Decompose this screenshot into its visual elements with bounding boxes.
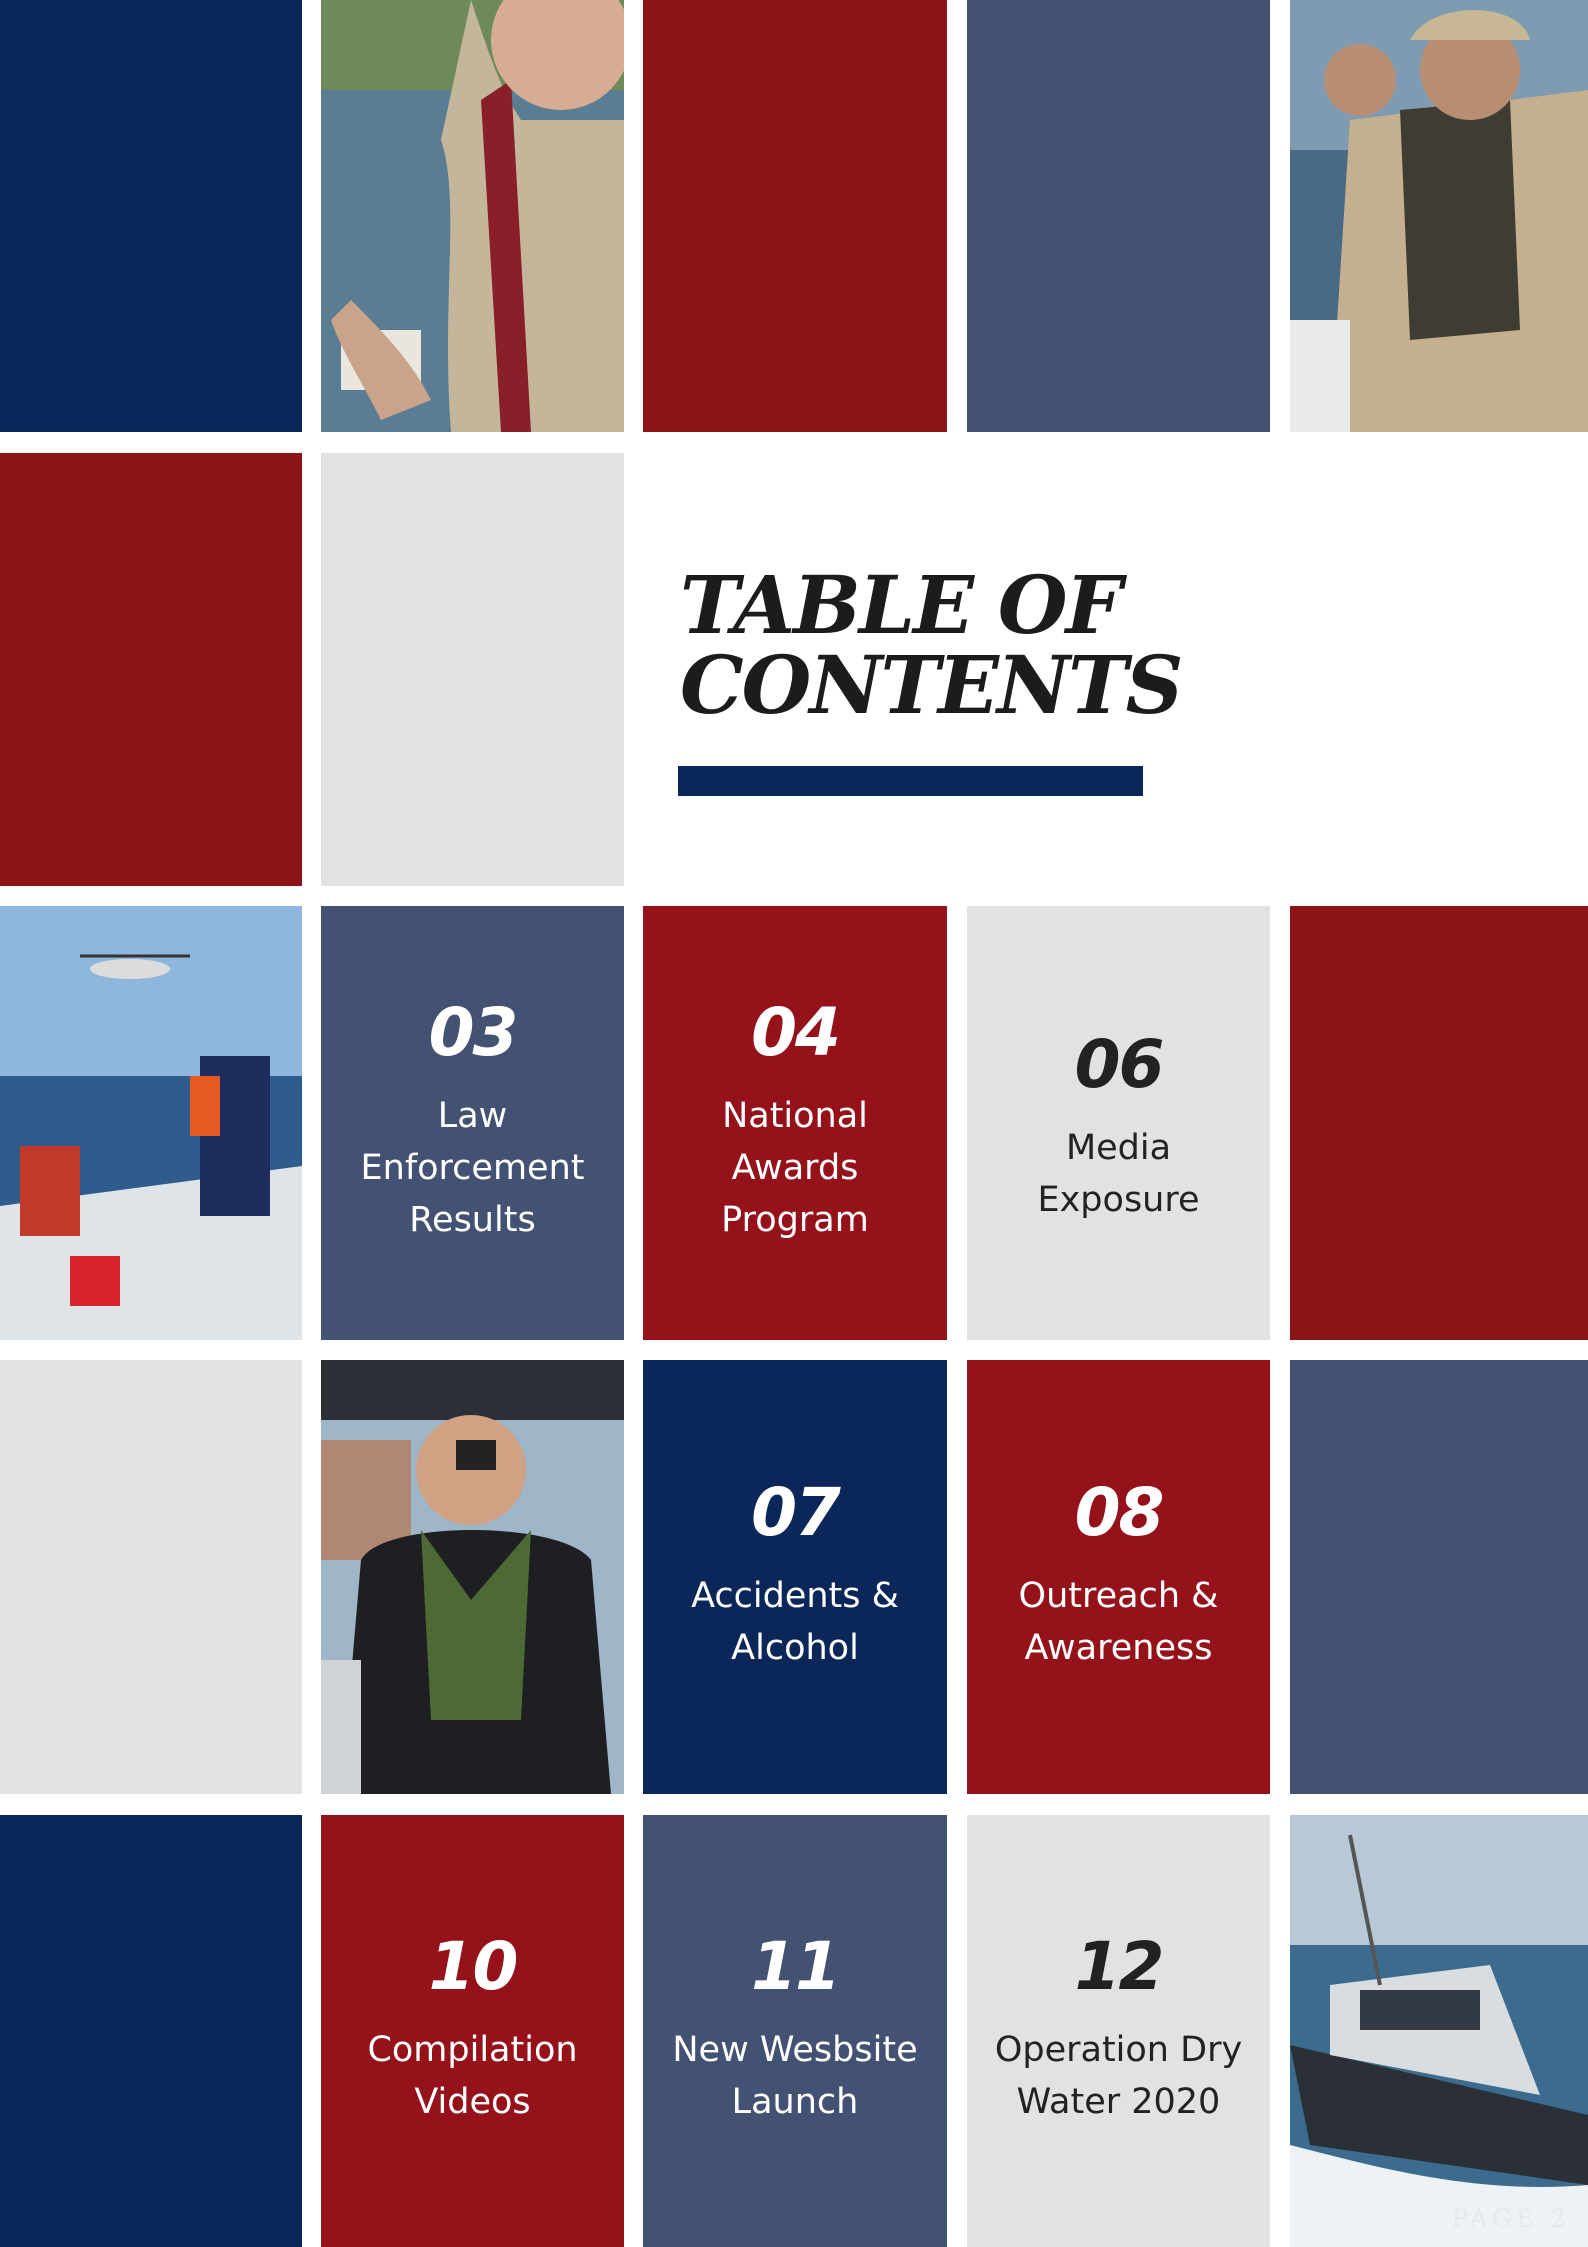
title-underline-bar bbox=[678, 766, 1143, 796]
entry-title-line: Launch bbox=[731, 2082, 859, 2122]
entry-title-line: Results bbox=[409, 1200, 536, 1240]
toc-entry-06[interactable]: 06 Media Exposure bbox=[967, 906, 1270, 1340]
entry-title-line: National bbox=[722, 1096, 868, 1136]
red-block bbox=[0, 453, 302, 886]
entry-title: Accidents & Alcohol bbox=[675, 1570, 915, 1674]
entry-title: National Awards Program bbox=[705, 1090, 885, 1246]
toc-entry-07[interactable]: 07 Accidents & Alcohol bbox=[643, 1360, 947, 1794]
entry-title: Operation Dry Water 2020 bbox=[979, 2024, 1258, 2128]
entry-page-number: 06 bbox=[1074, 1026, 1165, 1103]
red-block bbox=[643, 0, 947, 432]
entry-title: New Wesbsite Launch bbox=[656, 2024, 933, 2128]
entry-title: Outreach & Awareness bbox=[1003, 1570, 1235, 1674]
patrol-boat-photo: PAGE 2 bbox=[1290, 1815, 1588, 2247]
toc-entry-08[interactable]: 08 Outreach & Awareness bbox=[967, 1360, 1270, 1794]
toc-entry-11[interactable]: 11 New Wesbsite Launch bbox=[643, 1815, 947, 2247]
page-title-line-2: CONTENTS bbox=[680, 638, 1183, 732]
entry-title-line: Alcohol bbox=[731, 1628, 859, 1668]
light-block bbox=[321, 453, 624, 886]
entry-title-line: Law bbox=[437, 1096, 508, 1136]
entry-title-line: Awards bbox=[731, 1148, 859, 1188]
toc-entry-10[interactable]: 10 Compilation Videos bbox=[321, 1815, 624, 2247]
entry-title-line: New Wesbsite bbox=[672, 2030, 918, 2070]
entry-page-number: 12 bbox=[1074, 1928, 1165, 2005]
entry-title-line: Water 2020 bbox=[1016, 2082, 1221, 2122]
entry-page-number: 10 bbox=[428, 1928, 519, 2005]
entry-title-line: Program bbox=[721, 1200, 869, 1240]
entry-page-number: 03 bbox=[428, 994, 519, 1071]
entry-title-line: Videos bbox=[414, 2082, 531, 2122]
entry-title-line: Enforcement bbox=[360, 1148, 585, 1188]
toc-entry-12[interactable]: 12 Operation Dry Water 2020 bbox=[967, 1815, 1270, 2247]
toc-entry-04[interactable]: 04 National Awards Program bbox=[643, 906, 947, 1340]
red-block bbox=[1290, 906, 1588, 1340]
officer-binoculars-photo bbox=[321, 1360, 624, 1794]
entry-page-number: 04 bbox=[751, 994, 841, 1071]
entry-title-line: Compilation bbox=[367, 2030, 578, 2070]
slate-block bbox=[1290, 1360, 1588, 1794]
officer-writing-photo bbox=[321, 0, 624, 432]
page-number: PAGE 2 bbox=[1451, 2204, 1570, 2233]
slate-block bbox=[967, 0, 1270, 432]
navy-block bbox=[0, 1815, 302, 2247]
entry-title: Law Enforcement Results bbox=[345, 1090, 601, 1246]
page-title-line-1: TABLE OF bbox=[680, 558, 1122, 652]
entry-title-line: Operation Dry bbox=[994, 2030, 1243, 2070]
entry-title-line: Media Exposure bbox=[1037, 1128, 1200, 1220]
entry-title-line: Awareness bbox=[1024, 1628, 1213, 1668]
entry-title: Compilation Videos bbox=[351, 2024, 593, 2128]
toc-entry-03[interactable]: 03 Law Enforcement Results bbox=[321, 906, 624, 1340]
page-title: TABLE OF CONTENTS bbox=[680, 558, 1183, 732]
navy-block bbox=[0, 0, 302, 432]
entry-title-line: Outreach & bbox=[1018, 1576, 1219, 1616]
light-block bbox=[0, 1360, 302, 1794]
entry-page-number: 11 bbox=[751, 1928, 841, 2005]
entry-page-number: 08 bbox=[1074, 1474, 1165, 1551]
boat-helicopter-photo bbox=[0, 906, 302, 1340]
fwc-officers-photo bbox=[1290, 0, 1588, 432]
entry-page-number: 07 bbox=[751, 1474, 841, 1551]
entry-title: Media Exposure bbox=[967, 1122, 1270, 1226]
entry-title-line: Accidents & bbox=[691, 1576, 899, 1616]
